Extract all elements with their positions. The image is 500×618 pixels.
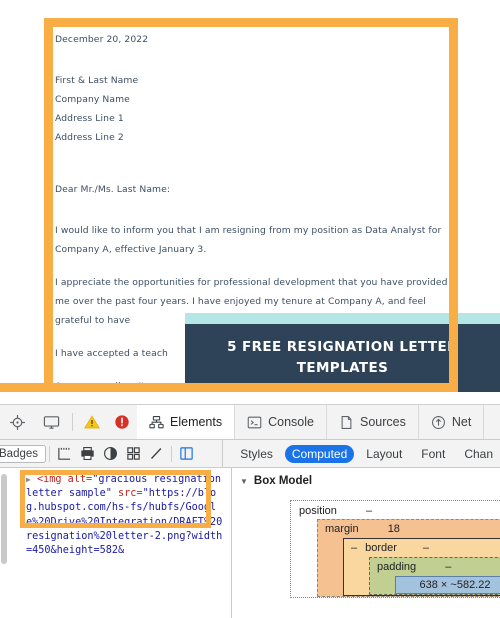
address-line: Address Line 2 — [55, 128, 455, 147]
tab-sources[interactable]: Sources — [327, 405, 419, 439]
pane-tab-font[interactable]: Font — [414, 445, 452, 463]
letter-date: December 20, 2022 — [55, 30, 455, 49]
inspect-element-icon[interactable] — [0, 405, 34, 439]
box-model-border-label: border — [365, 542, 397, 554]
pane-tab-styles[interactable]: Styles — [233, 445, 280, 463]
letter-page-area: December 20, 2022 First & Last Name Comp… — [0, 0, 500, 404]
inspector-highlight-left — [44, 18, 53, 392]
box-model-border-value[interactable]: – — [423, 542, 429, 554]
box-model-border-left-value[interactable]: – — [351, 542, 357, 554]
scrollbar-thumb[interactable] — [1, 474, 7, 564]
inspector-highlight-right — [449, 18, 458, 392]
box-model-content-size[interactable]: 638 × ~582.22 — [395, 576, 500, 594]
box-model-padding-label: padding — [377, 561, 416, 573]
toolbar-divider — [49, 446, 50, 462]
dom-node-img[interactable]: ▶ <img alt="gracious resignation letter … — [26, 473, 227, 558]
dom-attr-alt: alt= — [68, 474, 93, 485]
inspector-highlight-bottom — [0, 383, 458, 392]
devtools-tabbar: Elements Console — [0, 405, 500, 440]
inspector-highlight-top — [44, 18, 458, 27]
address-line: Address Line 1 — [55, 109, 455, 128]
promo-line-1: 5 FREE RESIGNATION LETTER — [227, 337, 458, 358]
elements-scrollbar[interactable] — [0, 468, 9, 618]
expand-caret-icon[interactable]: ▶ — [26, 475, 31, 484]
devtools-secondary-toolbar: Badges — [0, 440, 500, 468]
grid-icon[interactable] — [122, 443, 145, 465]
devtools-content: ▶ <img alt="gracious resignation letter … — [0, 468, 500, 618]
elements-toolbar: Badges — [0, 440, 222, 467]
tab-console-label: Console — [268, 415, 314, 429]
toolbar-divider — [171, 446, 172, 462]
letter-address-block: First & Last Name Company Name Address L… — [55, 71, 455, 147]
toolbar-divider — [72, 413, 73, 431]
dom-tag-name: <img — [37, 474, 62, 485]
console-prompt-icon — [247, 415, 262, 430]
contrast-icon[interactable] — [99, 443, 122, 465]
box-model-border-row: – border – — [351, 542, 500, 554]
elements-tree-icon — [149, 415, 164, 430]
dom-attr-src: src= — [118, 488, 143, 499]
box-model-diagram: position – margin 18 – border – — [290, 500, 500, 598]
box-model-title: Box Model — [254, 475, 312, 487]
address-line: Company Name — [55, 90, 455, 109]
letter-salutation: Dear Mr./Ms. Last Name: — [55, 180, 455, 199]
box-model-margin-label: margin — [325, 523, 359, 535]
box-model-padding-layer[interactable]: padding – 638 × ~582.22 — [369, 557, 500, 595]
print-icon[interactable] — [76, 443, 99, 465]
devtools-panel: Elements Console — [0, 404, 500, 618]
screenshot-root: December 20, 2022 First & Last Name Comp… — [0, 0, 500, 618]
tab-console[interactable]: Console — [235, 405, 327, 439]
tab-network-label: Net — [452, 415, 471, 429]
address-line: First & Last Name — [55, 71, 455, 90]
sources-file-icon — [339, 415, 354, 430]
computed-pane: ▼ Box Model position – margin 18 – — [231, 468, 500, 618]
brush-icon[interactable] — [145, 443, 168, 465]
box-model-section-header[interactable]: ▼ Box Model — [232, 468, 500, 491]
box-model-position-value[interactable]: – — [366, 505, 372, 517]
network-arrow-icon — [431, 415, 446, 430]
box-model-margin-layer[interactable]: margin 18 – border – padding — [317, 519, 500, 597]
ruler-icon[interactable] — [53, 443, 76, 465]
box-model-border-layer[interactable]: – border – padding – 638 × ~582.22 — [343, 538, 500, 596]
warning-icon[interactable] — [77, 405, 107, 439]
badges-button[interactable]: Badges — [0, 445, 46, 463]
elements-tree-pane[interactable]: ▶ <img alt="gracious resignation letter … — [0, 468, 231, 618]
sidebar-panel-icon[interactable] — [175, 443, 198, 465]
pane-tab-layout[interactable]: Layout — [359, 445, 409, 463]
tab-elements[interactable]: Elements — [137, 405, 235, 439]
chevron-down-icon[interactable]: ▼ — [240, 477, 248, 486]
error-icon[interactable] — [107, 405, 137, 439]
pane-tab-changes[interactable]: Chan — [457, 445, 500, 463]
pane-tab-computed[interactable]: Computed — [285, 445, 354, 463]
promo-line-2: TEMPLATES — [297, 358, 389, 379]
letter-paragraph: I would like to inform you that I am res… — [55, 221, 455, 259]
box-model-margin-value[interactable]: 18 — [388, 523, 400, 535]
box-model-position-label: position — [299, 505, 337, 517]
tab-network[interactable]: Net — [419, 405, 484, 439]
tab-sources-label: Sources — [360, 415, 406, 429]
tab-elements-label: Elements — [170, 415, 222, 429]
box-model-padding-value[interactable]: – — [445, 561, 451, 573]
box-model-position-layer[interactable]: position – margin 18 – border – — [290, 500, 500, 598]
sidebar-pane-tabs: Styles Computed Layout Font Chan — [222, 440, 500, 467]
device-toolbar-icon[interactable] — [34, 405, 68, 439]
